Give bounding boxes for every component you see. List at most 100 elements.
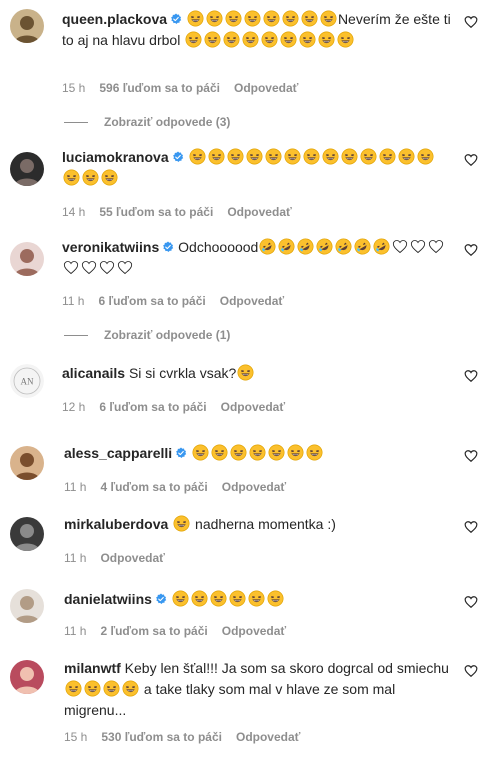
heart-icon[interactable] bbox=[464, 595, 478, 609]
likes-count-link[interactable]: 596 ľuďom sa to páči bbox=[99, 81, 220, 95]
comment-content: nadherna momentka :) bbox=[191, 516, 336, 532]
avatar[interactable] bbox=[10, 660, 44, 694]
laughing-emoji-icon bbox=[263, 10, 280, 27]
reply-button[interactable]: Odpovedať bbox=[220, 294, 284, 308]
laughing-emoji-icon bbox=[417, 148, 433, 165]
comment-content: Odchoooood bbox=[178, 239, 259, 255]
likes-count-link[interactable]: 530 ľuďom sa to páči bbox=[101, 730, 222, 744]
likes-count-link[interactable]: 2 ľuďom sa to páči bbox=[100, 624, 207, 638]
heart-icon[interactable] bbox=[464, 15, 478, 29]
laughing-emoji-icon bbox=[172, 590, 189, 607]
laughing-emoji-icon bbox=[322, 148, 338, 165]
comment-text: milanwtf Keby len šťal!!! Ja som sa skor… bbox=[64, 658, 452, 721]
laughing-emoji-icon bbox=[122, 680, 139, 697]
laughing-emoji-icon bbox=[261, 31, 278, 48]
avatar[interactable]: AN bbox=[10, 364, 44, 398]
username-link[interactable]: veronikatwiins bbox=[62, 239, 159, 255]
laughing-emoji-icon bbox=[337, 31, 354, 48]
reply-button[interactable]: Odpovedať bbox=[222, 624, 286, 638]
laughing-emoji-icon bbox=[280, 31, 297, 48]
laughing-emoji-icon bbox=[299, 31, 316, 48]
rolling-laughing-emoji-icon bbox=[335, 238, 352, 255]
comment-time[interactable]: 11 h bbox=[64, 551, 86, 565]
rolling-laughing-emoji-icon bbox=[297, 238, 314, 255]
reply-button[interactable]: Odpovedať bbox=[100, 551, 164, 565]
laughing-emoji-icon bbox=[301, 10, 318, 27]
reply-button[interactable]: Odpovedať bbox=[227, 205, 291, 219]
comment-meta: 15 h 530 ľuďom sa to páči Odpovedať bbox=[64, 730, 314, 744]
verified-badge-icon bbox=[176, 447, 187, 458]
laughing-emoji-icon bbox=[225, 10, 242, 27]
verified-badge-icon bbox=[163, 241, 174, 252]
laughing-emoji-icon bbox=[103, 680, 120, 697]
username-link[interactable]: mirkaluberdova bbox=[64, 516, 168, 532]
laughing-emoji-icon bbox=[249, 444, 266, 461]
white-heart-emoji-icon bbox=[63, 261, 79, 275]
comment-text: queen.plackova Neverím že ešte ti to aj … bbox=[62, 9, 452, 51]
divider bbox=[64, 335, 88, 337]
reply-button[interactable]: Odpovedať bbox=[222, 480, 286, 494]
heart-icon[interactable] bbox=[464, 369, 478, 383]
laughing-emoji-icon bbox=[82, 169, 99, 186]
heart-icon[interactable] bbox=[464, 449, 478, 463]
comment-meta: 11 h 6 ľuďom sa to páči Odpovedať bbox=[62, 294, 298, 308]
comment-body: mirkaluberdova nadherna momentka :) bbox=[64, 514, 452, 535]
likes-count-link[interactable]: 6 ľuďom sa to páči bbox=[98, 294, 205, 308]
view-replies-button[interactable]: Zobraziť odpovede (1) bbox=[64, 328, 230, 342]
laughing-emoji-icon bbox=[191, 590, 208, 607]
heart-icon[interactable] bbox=[464, 243, 478, 257]
heart-icon[interactable] bbox=[464, 153, 478, 167]
likes-count-link[interactable]: 4 ľuďom sa to páči bbox=[100, 480, 207, 494]
username-link[interactable]: luciamokranova bbox=[62, 149, 169, 165]
laughing-emoji-icon bbox=[210, 590, 227, 607]
comment-time[interactable]: 11 h bbox=[64, 624, 86, 638]
reply-button[interactable]: Odpovedať bbox=[236, 730, 300, 744]
laughing-emoji-icon bbox=[237, 364, 254, 381]
white-heart-emoji-icon bbox=[411, 240, 426, 254]
white-heart-emoji-icon bbox=[99, 261, 115, 275]
username-link[interactable]: milanwtf bbox=[64, 660, 121, 676]
heart-icon[interactable] bbox=[464, 520, 478, 534]
laughing-emoji-icon bbox=[211, 444, 228, 461]
comment-meta: 15 h 596 ľuďom sa to páči Odpovedať bbox=[62, 81, 312, 95]
username-link[interactable]: aless_capparelli bbox=[64, 445, 172, 461]
avatar[interactable] bbox=[10, 152, 44, 186]
laughing-emoji-icon bbox=[287, 444, 304, 461]
white-heart-emoji-icon bbox=[117, 261, 133, 275]
reply-button[interactable]: Odpovedať bbox=[221, 400, 285, 414]
likes-count-link[interactable]: 55 ľuďom sa to páči bbox=[99, 205, 213, 219]
comment-time[interactable]: 15 h bbox=[62, 81, 85, 95]
comment-time[interactable]: 15 h bbox=[64, 730, 87, 744]
comment-content: Si si cvrkla vsak? bbox=[128, 365, 237, 381]
view-replies-button[interactable]: Zobraziť odpovede (3) bbox=[64, 115, 230, 129]
username-link[interactable]: alicanails bbox=[62, 365, 125, 381]
comment-time[interactable]: 14 h bbox=[62, 205, 85, 219]
laughing-emoji-icon bbox=[320, 10, 337, 27]
laughing-emoji-icon bbox=[185, 31, 202, 48]
laughing-emoji-icon bbox=[187, 10, 204, 27]
laughing-emoji-icon bbox=[65, 680, 82, 697]
comment-time[interactable]: 11 h bbox=[62, 294, 84, 308]
laughing-emoji-icon bbox=[84, 680, 101, 697]
comment-time[interactable]: 11 h bbox=[64, 480, 86, 494]
laughing-emoji-icon bbox=[246, 148, 262, 165]
reply-button[interactable]: Odpovedať bbox=[234, 81, 298, 95]
avatar[interactable] bbox=[10, 242, 44, 276]
username-link[interactable]: queen.plackova bbox=[62, 11, 167, 27]
likes-count-link[interactable]: 6 ľuďom sa to páči bbox=[99, 400, 206, 414]
divider bbox=[64, 122, 88, 124]
comment-text: luciamokranova bbox=[62, 147, 452, 189]
laughing-emoji-icon bbox=[227, 148, 243, 165]
laughing-emoji-icon bbox=[189, 148, 205, 165]
avatar[interactable] bbox=[10, 9, 44, 43]
comment-body: veronikatwiins Odchoooood bbox=[62, 237, 452, 279]
laughing-emoji-icon bbox=[303, 148, 319, 165]
avatar[interactable] bbox=[10, 517, 44, 551]
laughing-emoji-icon bbox=[284, 148, 300, 165]
comment-time[interactable]: 12 h bbox=[62, 400, 85, 414]
heart-icon[interactable] bbox=[464, 664, 478, 678]
avatar[interactable] bbox=[10, 589, 44, 623]
username-link[interactable]: danielatwiins bbox=[64, 591, 152, 607]
avatar[interactable] bbox=[10, 446, 44, 480]
comment-text: alicanails Si si cvrkla vsak? bbox=[62, 363, 452, 384]
